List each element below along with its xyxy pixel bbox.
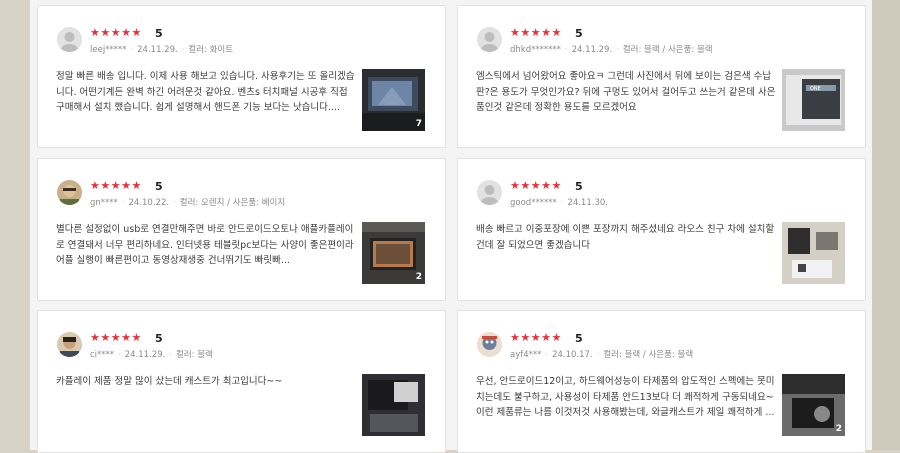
option-info: 컬러: 블랙 / 사은품: 블랙 bbox=[603, 350, 694, 360]
review-meta: gn**** · 24.10.22. · 컬러: 오렌지 / 사은품: 베이지 bbox=[90, 198, 286, 208]
star-rating: ★★★★★ bbox=[90, 26, 142, 39]
star-rating: ★★★★★ bbox=[510, 331, 562, 344]
reviewer-id: ayf4*** bbox=[510, 350, 542, 360]
review-meta: ci**** · 24.11.29. · 컬러: 블랙 bbox=[90, 350, 213, 360]
review-meta: dhkd******* · 24.11.29. · 컬러: 블랙 / 사은품: 블랙 bbox=[510, 45, 713, 55]
option-info: 컬러: 블랙 / 사은품: 블랙 bbox=[622, 45, 713, 55]
review-card[interactable]: ★★★★★ 5 good****** · 24.11.30. 배송 빠르고 이중포장… bbox=[457, 158, 866, 301]
review-card[interactable]: ★★★★★ 5 ayf4*** · 24.10.17. · 컬러: 블랙 / 사은품: … bbox=[457, 310, 866, 453]
reviewer-id: leej***** bbox=[90, 45, 127, 55]
option-info: 컬러: 블랙 bbox=[176, 350, 213, 360]
review-text: 별다른 설정없이 usb로 연결만해주면 바로 안드로이드오토나 애플카플레이로… bbox=[56, 224, 354, 266]
review-meta: ayf4*** · 24.10.17. · 컬러: 블랙 / 사은품: 블랙 bbox=[510, 350, 694, 360]
review-card[interactable]: ★★★★★ 5 dhkd******* · 24.11.29. · 컬러: 블랙 / 사… bbox=[457, 5, 866, 148]
option-info: 컬러: 화이트 bbox=[188, 45, 234, 55]
review-meta: good****** · 24.11.30. bbox=[510, 198, 608, 208]
reviewer-id: ci**** bbox=[90, 350, 115, 360]
user-photo-avatar bbox=[57, 180, 82, 205]
review-photo-thumbnail[interactable] bbox=[362, 374, 425, 436]
review-card[interactable]: ★★★★★ 5 ci**** · 24.11.29. · 컬러: 블랙 카플레이 제품 … bbox=[37, 310, 446, 453]
rating-score: 5 bbox=[155, 27, 163, 40]
review-photo-thumbnail[interactable]: 2 bbox=[362, 222, 425, 284]
reviewer-id: good****** bbox=[510, 198, 557, 208]
reviewer-id: gn**** bbox=[90, 198, 118, 208]
default-avatar-icon bbox=[477, 180, 502, 205]
rating-score: 5 bbox=[155, 332, 163, 345]
star-rating: ★★★★★ bbox=[90, 331, 142, 344]
star-rating: ★★★★★ bbox=[510, 179, 562, 192]
reviewer-id: dhkd******* bbox=[510, 45, 561, 55]
rating-score: 5 bbox=[575, 180, 583, 193]
review-date: 24.11.29. bbox=[124, 350, 166, 360]
review-date: 24.11.30. bbox=[567, 198, 608, 208]
star-rating: ★★★★★ bbox=[90, 179, 142, 192]
background-edge bbox=[872, 0, 900, 450]
review-meta: leej***** · 24.11.29. · 컬러: 화이트 bbox=[90, 45, 234, 55]
review-panel: ★★★★★ 5 leej***** · 24.11.29. · 컬러: 화이트 정말 빠… bbox=[30, 0, 872, 453]
review-date: 24.11.29. bbox=[137, 45, 178, 55]
photo-count: 7 bbox=[415, 119, 422, 129]
default-avatar-icon bbox=[477, 27, 502, 52]
review-photo-thumbnail[interactable]: 2 bbox=[782, 374, 845, 436]
rating-score: 5 bbox=[575, 332, 583, 345]
rating-score: 5 bbox=[155, 180, 163, 193]
user-photo-avatar bbox=[57, 332, 82, 357]
review-text: 정말 빠른 배송 입니다. 이제 사용 해보고 있습니다. 사용후기는 또 올리… bbox=[56, 71, 355, 113]
review-date: 24.10.17. bbox=[552, 350, 593, 360]
star-rating: ★★★★★ bbox=[510, 26, 562, 39]
svg-text:ONE: ONE bbox=[810, 86, 821, 92]
review-photo-thumbnail[interactable]: 7 bbox=[362, 69, 425, 131]
review-text: 카플레이 제품 정말 많이 샀는데 캐스트가 최고입니다~~ bbox=[56, 376, 283, 387]
review-text: 엠스틱에서 넘어왔어요 좋아요ㅋ 그런데 사진에서 뒤에 보이는 검은색 수납판… bbox=[476, 71, 776, 113]
review-date: 24.10.22. bbox=[128, 198, 170, 208]
review-photo-thumbnail[interactable]: ONE bbox=[782, 69, 845, 131]
review-photo-thumbnail[interactable] bbox=[782, 222, 845, 284]
review-date: 24.11.29. bbox=[571, 45, 613, 55]
default-avatar-icon bbox=[57, 27, 82, 52]
review-text: 우선, 안드로이드12이고, 하드웨어성능이 타제품의 압도적인 스펙에는 못미… bbox=[476, 376, 775, 418]
review-card[interactable]: ★★★★★ 5 leej***** · 24.11.29. · 컬러: 화이트 정말 빠… bbox=[37, 5, 446, 148]
photo-count: 2 bbox=[835, 424, 842, 434]
photo-count: 2 bbox=[415, 272, 422, 282]
review-card[interactable]: ★★★★★ 5 gn**** · 24.10.22. · 컬러: 오렌지 / 사은품: … bbox=[37, 158, 446, 301]
user-photo-avatar bbox=[477, 332, 502, 357]
rating-score: 5 bbox=[575, 27, 583, 40]
option-info: 컬러: 오렌지 / 사은품: 베이지 bbox=[179, 198, 286, 208]
review-text: 배송 빠르고 이중포장에 이쁜 포장까지 해주셨네요 라오스 친구 차에 설치할… bbox=[476, 224, 775, 251]
